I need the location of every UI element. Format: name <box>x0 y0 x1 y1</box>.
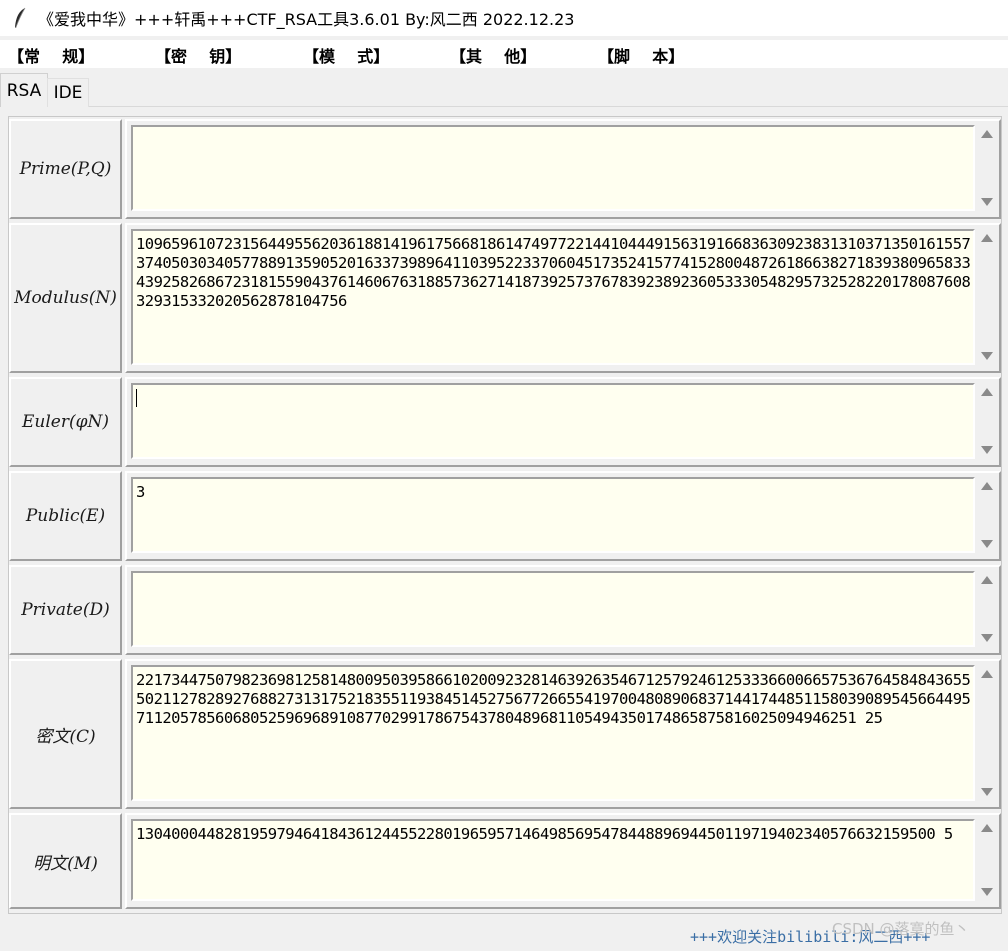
euler-input[interactable] <box>131 383 975 459</box>
tab-bar: RSA IDE <box>0 70 1008 107</box>
prime-scrollbar[interactable] <box>977 125 997 211</box>
scroll-down-icon[interactable] <box>980 349 994 363</box>
row-prime: Prime(P,Q) <box>9 119 1001 219</box>
euler-label: Euler(φN) <box>9 377 122 467</box>
row-euler: Euler(φN) <box>9 377 1001 467</box>
menu-other[interactable]: 【其 他】 <box>450 43 536 67</box>
plaintext-label: 明文(M) <box>9 813 122 909</box>
prime-label: Prime(P,Q) <box>9 119 122 219</box>
menu-general[interactable]: 【常 规】 <box>8 43 94 67</box>
window-title: 《爱我中华》+++轩禹+++CTF_RSA工具3.6.01 By:风二西 202… <box>38 10 575 29</box>
euler-field-frame <box>125 377 1001 467</box>
menu-bar: 【常 规】 【密 钥】 【模 式】 【其 他】 【脚 本】 <box>0 40 1008 68</box>
private-label: Private(D) <box>9 565 122 655</box>
scroll-down-icon[interactable] <box>980 537 994 551</box>
row-plaintext: 明文(M) 1304000448281959794641843612445522… <box>9 813 1001 909</box>
menu-mode[interactable]: 【模 式】 <box>303 43 389 67</box>
private-input[interactable] <box>131 571 975 647</box>
scroll-down-icon[interactable] <box>980 885 994 899</box>
scroll-down-icon[interactable] <box>980 631 994 645</box>
public-field-frame: 3 <box>125 471 1001 561</box>
scroll-up-icon[interactable] <box>980 667 994 681</box>
ciphertext-scrollbar[interactable] <box>977 665 997 801</box>
modulus-scrollbar[interactable] <box>977 229 997 365</box>
tab-rsa[interactable]: RSA <box>0 73 48 107</box>
scroll-up-icon[interactable] <box>980 385 994 399</box>
scroll-up-icon[interactable] <box>980 821 994 835</box>
prime-field-frame <box>125 119 1001 219</box>
ciphertext-field-frame: 2217344750798236981258148009503958661020… <box>125 659 1001 809</box>
public-scrollbar[interactable] <box>977 477 997 553</box>
feather-icon <box>6 7 34 29</box>
ciphertext-input[interactable]: 2217344750798236981258148009503958661020… <box>131 665 975 801</box>
plaintext-scrollbar[interactable] <box>977 819 997 901</box>
title-bar: 《爱我中华》+++轩禹+++CTF_RSA工具3.6.01 By:风二西 202… <box>0 0 1008 36</box>
prime-input[interactable] <box>131 125 975 211</box>
scroll-up-icon[interactable] <box>980 479 994 493</box>
scroll-down-icon[interactable] <box>980 785 994 799</box>
ciphertext-label: 密文(C) <box>9 659 122 809</box>
scroll-up-icon[interactable] <box>980 127 994 141</box>
rsa-panel: Prime(P,Q) Modulus(N) 109659610723156449… <box>8 116 1002 914</box>
row-public: Public(E) 3 <box>9 471 1001 561</box>
private-scrollbar[interactable] <box>977 571 997 647</box>
row-private: Private(D) <box>9 565 1001 655</box>
scroll-up-icon[interactable] <box>980 573 994 587</box>
watermark: CSDN @落寞的鱼丶 <box>832 920 970 938</box>
menu-script[interactable]: 【脚 本】 <box>598 43 684 67</box>
private-field-frame <box>125 565 1001 655</box>
scroll-up-icon[interactable] <box>980 231 994 245</box>
plaintext-field-frame: 1304000448281959794641843612445522801965… <box>125 813 1001 909</box>
row-ciphertext: 密文(C) 2217344750798236981258148009503958… <box>9 659 1001 809</box>
public-label: Public(E) <box>9 471 122 561</box>
row-modulus: Modulus(N) 10965961072315644955620361881… <box>9 223 1001 373</box>
public-input[interactable]: 3 <box>131 477 975 553</box>
modulus-field-frame: 1096596107231564495562036188141961756681… <box>125 223 1001 373</box>
modulus-label: Modulus(N) <box>9 223 122 373</box>
euler-scrollbar[interactable] <box>977 383 997 459</box>
modulus-input[interactable]: 1096596107231564495562036188141961756681… <box>131 229 975 365</box>
plaintext-input[interactable]: 1304000448281959794641843612445522801965… <box>131 819 975 901</box>
scroll-down-icon[interactable] <box>980 195 994 209</box>
tab-ide[interactable]: IDE <box>47 78 89 107</box>
text-caret <box>136 389 137 407</box>
scroll-down-icon[interactable] <box>980 443 994 457</box>
menu-key[interactable]: 【密 钥】 <box>155 43 241 67</box>
